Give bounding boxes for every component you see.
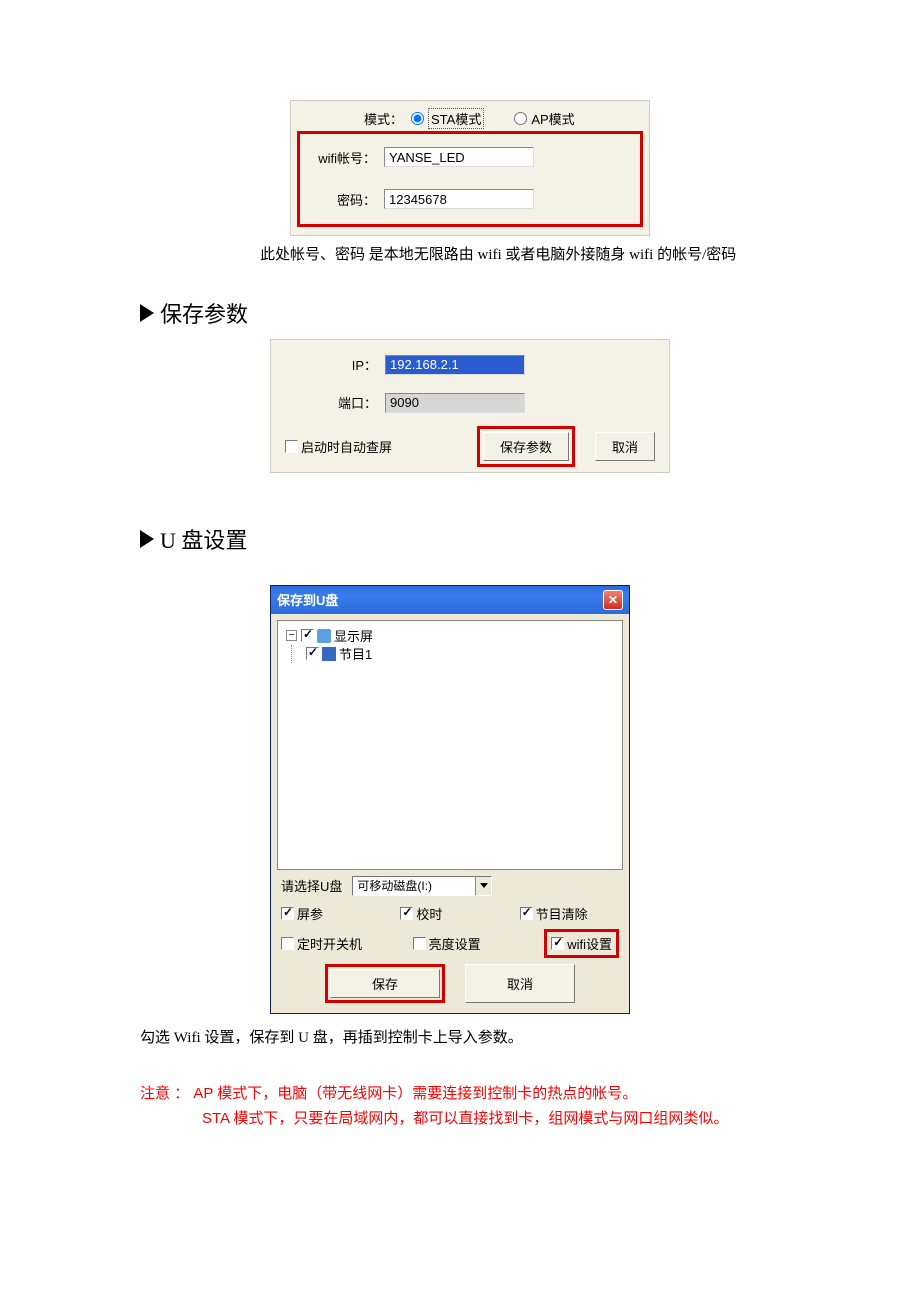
close-icon[interactable]: ✕ (603, 590, 623, 610)
radio-sta[interactable]: STA模式 (411, 108, 484, 129)
usb-title-text: 保存到U盘 (277, 590, 338, 609)
wifi-password-label: 密码： (306, 190, 384, 209)
triangle-icon (140, 304, 154, 322)
note-line1: AP 模式下，电脑（带无线网卡）需要连接到控制卡的热点的帐号。 (193, 1085, 637, 1102)
checkbox-icon (281, 907, 294, 920)
wifi-password-input[interactable] (384, 189, 534, 209)
radio-sta-label: STA模式 (428, 108, 484, 129)
note-block: 注意 ： AP 模式下，电脑（带无线网卡）需要连接到控制卡的热点的帐号。 STA… (140, 1081, 800, 1132)
radio-sta-input[interactable] (411, 112, 424, 125)
chevron-down-icon[interactable] (475, 877, 491, 895)
checkbox-icon (413, 937, 426, 950)
checkbox-icon (520, 907, 533, 920)
checkbox-icon (281, 937, 294, 950)
checkbox-icon (400, 907, 413, 920)
disk-select-value: 可移动磁盘(I:) (357, 877, 432, 894)
mode-label: 模式： (311, 109, 411, 128)
cancel-button[interactable]: 取消 (595, 432, 655, 461)
auto-scan-checkbox[interactable]: 启动时自动查屏 (285, 437, 392, 456)
usb-save-button[interactable]: 保存 (330, 969, 440, 998)
tree-root-label: 显示屏 (334, 626, 373, 645)
checkbox-icon (551, 937, 564, 950)
radio-ap[interactable]: AP模式 (514, 109, 574, 128)
disk-select[interactable]: 可移动磁盘(I:) (352, 876, 492, 896)
port-label: 端口： (285, 393, 385, 412)
tree-root-check[interactable] (301, 629, 314, 642)
wifi-account-label: wifi帐号： (306, 148, 384, 167)
chk-program-clear[interactable]: 节目清除 (520, 904, 619, 923)
ip-input[interactable] (385, 355, 525, 375)
screen-icon (317, 629, 331, 643)
tree-child-label: 节目1 (339, 644, 372, 663)
usb-save-window: 保存到U盘 ✕ − 显示屏 节目1 请选择U盘 可移动磁盘(I:) (270, 585, 630, 1014)
chk-timer-power[interactable]: 定时开关机 (281, 934, 393, 953)
tree-collapse-icon[interactable]: − (286, 630, 297, 641)
heading-save-params: 保存参数 (140, 297, 800, 329)
chk-time-sync[interactable]: 校时 (400, 904, 499, 923)
save-params-panel: IP： 端口： 启动时自动查屏 保存参数 取消 (270, 339, 670, 473)
chk-brightness[interactable]: 亮度设置 (413, 934, 525, 953)
ip-label: IP： (285, 355, 385, 374)
triangle-icon (140, 530, 154, 548)
radio-ap-label: AP模式 (531, 109, 574, 128)
wifi-credentials-box: wifi帐号： 密码： (297, 131, 643, 227)
caption-1: 此处帐号、密码 是本地无限路由 wifi 或者电脑外接随身 wifi 的帐号/密… (260, 244, 800, 267)
tree-child-check[interactable] (306, 647, 319, 660)
checkbox-icon (285, 440, 298, 453)
chk-screen-params[interactable]: 屏参 (281, 904, 380, 923)
wifi-account-input[interactable] (384, 147, 534, 167)
note-line2: STA 模式下，只要在局域网内，都可以直接找到卡，组网模式与网口组网类似。 (140, 1106, 800, 1132)
save-params-button[interactable]: 保存参数 (483, 432, 569, 461)
port-input[interactable] (385, 393, 525, 413)
radio-ap-input[interactable] (514, 112, 527, 125)
heading-usb-settings: U 盘设置 (140, 523, 800, 555)
select-disk-label: 请选择U盘 (281, 876, 342, 895)
program-icon (322, 647, 336, 661)
wifi-mode-panel: 模式： STA模式 AP模式 wifi帐号： 密码： (290, 100, 650, 236)
usb-tree[interactable]: − 显示屏 节目1 (277, 620, 623, 870)
caption-2: 勾选 Wifi 设置，保存到 U 盘，再插到控制卡上导入参数。 (140, 1026, 800, 1047)
chk-wifi-settings[interactable]: wifi设置 (551, 934, 612, 953)
usb-cancel-button[interactable]: 取消 (465, 964, 575, 1003)
note-prefix: 注意 ： (140, 1085, 189, 1102)
usb-title-bar: 保存到U盘 ✕ (271, 586, 629, 614)
